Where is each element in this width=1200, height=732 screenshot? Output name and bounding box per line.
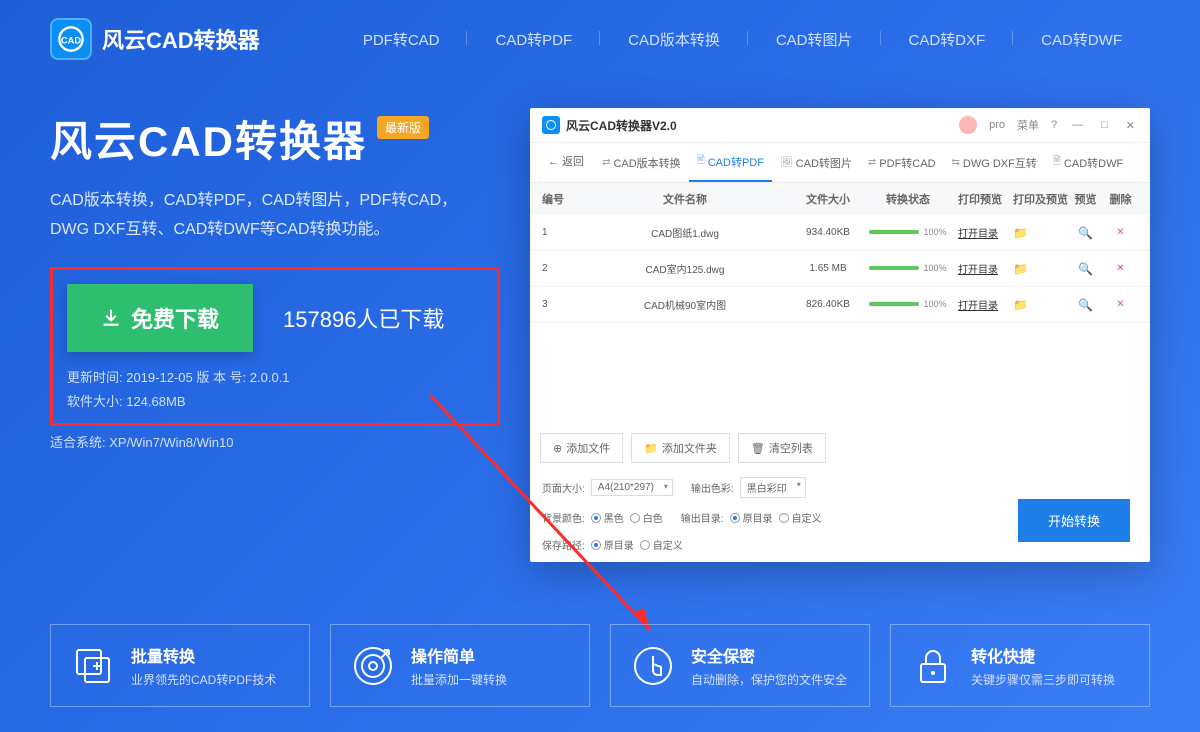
batch-icon [71, 644, 115, 688]
feature-batch: 批量转换业界领先的CAD转PDF技术 [50, 624, 310, 707]
svg-text:CAD: CAD [61, 36, 81, 46]
maximize-icon[interactable]: □ [1098, 119, 1111, 131]
delete-icon[interactable]: ✕ [1116, 227, 1124, 238]
version-meta: 更新时间: 2019-12-05 版 本 号: 2.0.0.1 软件大小: 12… [67, 366, 483, 415]
hero-section: 风云CAD转换器 最新版 CAD版本转换，CAD转PDF，CAD转图片，PDF转… [0, 78, 1200, 562]
open-dir-link[interactable]: 打开目录 [958, 229, 998, 240]
table-row: 3CAD机械90室内图826.40KB100%打开目录📁🔍✕ [530, 287, 1150, 323]
out-custom-radio[interactable]: 自定义 [779, 510, 822, 525]
feature-fast: 转化快捷关键步骤仅需三步即可转换 [890, 624, 1150, 707]
app-tab-pdf-cad[interactable]: ⇄PDF转CAD [860, 143, 944, 182]
nav-cad-to-dwf[interactable]: CAD转DWF [1013, 29, 1150, 50]
save-custom-radio[interactable]: 自定义 [640, 537, 683, 552]
touch-icon [631, 644, 675, 688]
username[interactable]: pro [989, 119, 1005, 131]
hero-title: 风云CAD转换器 [50, 108, 367, 169]
download-highlight-box: 免费下载 157896人已下载 更新时间: 2019-12-05 版 本 号: … [50, 267, 500, 426]
folder-open-icon[interactable]: 📁 [1013, 226, 1028, 240]
feature-secure: 安全保密自动删除，保护您的文件安全 [610, 624, 870, 707]
brand-name: 风云CAD转换器 [102, 23, 260, 55]
download-count: 157896人已下载 [283, 302, 444, 334]
image-icon: 🖼 [780, 157, 793, 168]
nav-cad-to-pdf[interactable]: CAD转PDF [467, 29, 600, 50]
open-dir-link[interactable]: 打开目录 [958, 265, 998, 276]
feature-simple: 操作简单批量添加一键转换 [330, 624, 590, 707]
app-titlebar: 风云CAD转换器V2.0 pro 菜单 ? — □ ✕ [530, 108, 1150, 143]
nav-cad-version[interactable]: CAD版本转换 [600, 29, 748, 50]
clear-list-button[interactable]: 🗑清空列表 [738, 433, 826, 463]
clear-icon: 🗑 [751, 442, 765, 455]
target-icon [351, 644, 395, 688]
swap-icon: ⇆ [952, 157, 960, 168]
folder-open-icon[interactable]: 📁 [1013, 262, 1028, 276]
app-tabs: ← 返回 ⇄CAD版本转换 🗎CAD转PDF 🖼CAD转图片 ⇄PDF转CAD … [530, 143, 1150, 183]
header-bar: CAD 风云CAD转换器 PDF转CAD CAD转PDF CAD版本转换 CAD… [0, 0, 1200, 78]
convert-icon: ⇄ [602, 157, 610, 168]
top-nav: PDF转CAD CAD转PDF CAD版本转换 CAD转图片 CAD转DXF C… [335, 29, 1150, 50]
app-window-title: 风云CAD转换器V2.0 [566, 117, 677, 134]
table-row: 2CAD室内125.dwg1.65 MB100%打开目录📁🔍✕ [530, 251, 1150, 287]
user-menu[interactable]: 菜单 [1017, 117, 1039, 133]
close-icon[interactable]: ✕ [1123, 119, 1138, 132]
add-folder-button[interactable]: 📁添加文件夹 [631, 433, 730, 463]
delete-icon[interactable]: ✕ [1116, 299, 1124, 310]
app-toolbar: ⊕添加文件 📁添加文件夹 🗑清空列表 [530, 423, 1150, 473]
brand-icon: CAD [50, 18, 92, 60]
brand-logo[interactable]: CAD 风云CAD转换器 [50, 18, 260, 60]
app-tab-dwg-dxf[interactable]: ⇆DWG DXF互转 [944, 143, 1045, 182]
app-tab-version[interactable]: ⇄CAD版本转换 [594, 143, 689, 182]
features-row: 批量转换业界领先的CAD转PDF技术 操作简单批量添加一键转换 安全保密自动删除… [50, 624, 1150, 707]
preview-icon[interactable]: 🔍 [1078, 262, 1093, 276]
convert-icon: ⇄ [868, 157, 876, 168]
version-badge: 最新版 [377, 116, 429, 139]
hero-description: CAD版本转换，CAD转PDF，CAD转图片，PDF转CAD， DWG DXF互… [50, 187, 500, 245]
user-avatar-icon[interactable] [959, 116, 977, 134]
file-icon: 🗎 [1053, 154, 1061, 171]
page-size-select[interactable]: A4(210*297) [591, 479, 673, 496]
table-row: 1CAD图纸1.dwg934.40KB100%打开目录📁🔍✕ [530, 215, 1150, 251]
save-src-radio[interactable]: 原目录 [591, 537, 634, 552]
compatibility-text: 适合系统: XP/Win7/Win8/Win10 [50, 432, 500, 451]
hero-left: 风云CAD转换器 最新版 CAD版本转换，CAD转PDF，CAD转图片，PDF转… [50, 108, 500, 562]
nav-cad-to-image[interactable]: CAD转图片 [748, 29, 881, 50]
download-button[interactable]: 免费下载 [67, 284, 253, 352]
folder-icon: 📁 [644, 442, 658, 455]
back-button[interactable]: ← 返回 [538, 143, 594, 182]
app-logo-icon [542, 116, 560, 134]
folder-open-icon[interactable]: 📁 [1013, 298, 1028, 312]
table-header: 编号 文件名称 文件大小 转换状态 打印预览 打印及预览 预览 删除 [530, 183, 1150, 215]
bg-black-radio[interactable]: 黑色 [591, 510, 624, 525]
nav-cad-to-dxf[interactable]: CAD转DXF [881, 29, 1014, 50]
plus-icon: ⊕ [553, 442, 562, 455]
preview-icon[interactable]: 🔍 [1078, 226, 1093, 240]
download-icon [101, 308, 121, 328]
bg-white-radio[interactable]: 白色 [630, 510, 663, 525]
open-dir-link[interactable]: 打开目录 [958, 301, 998, 312]
minimize-icon[interactable]: — [1069, 119, 1086, 131]
out-src-radio[interactable]: 原目录 [730, 510, 773, 525]
app-tab-cad-dwf[interactable]: 🗎CAD转DWF [1045, 143, 1131, 182]
delete-icon[interactable]: ✕ [1116, 263, 1124, 274]
app-tab-cad-pdf[interactable]: 🗎CAD转PDF [689, 143, 772, 182]
help-icon[interactable]: ? [1051, 119, 1057, 131]
add-file-button[interactable]: ⊕添加文件 [540, 433, 623, 463]
color-select[interactable]: 黑白彩印 [740, 477, 806, 498]
app-screenshot: 风云CAD转换器V2.0 pro 菜单 ? — □ ✕ ← 返回 ⇄CAD版本转… [530, 108, 1150, 562]
start-convert-button[interactable]: 开始转换 [1018, 499, 1130, 542]
nav-pdf-to-cad[interactable]: PDF转CAD [335, 29, 468, 50]
preview-icon[interactable]: 🔍 [1078, 298, 1093, 312]
app-tab-cad-img[interactable]: 🖼CAD转图片 [772, 143, 860, 182]
pdf-icon: 🗎 [697, 153, 705, 170]
lock-icon [911, 644, 955, 688]
